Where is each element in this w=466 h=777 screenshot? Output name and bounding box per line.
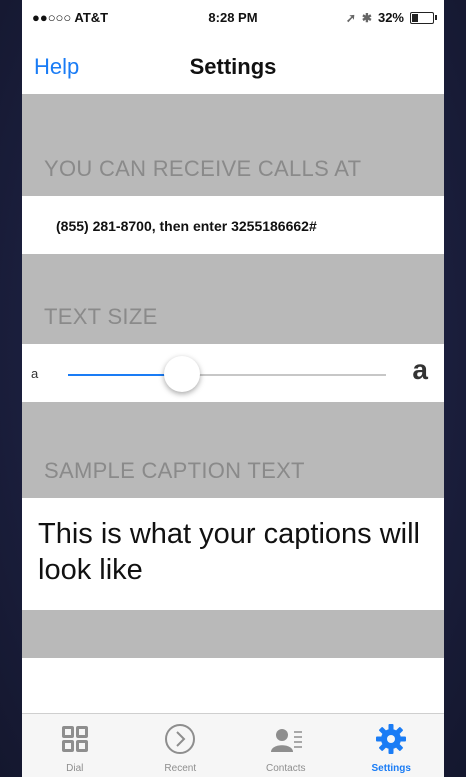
tab-recent[interactable]: Recent (128, 714, 234, 777)
dial-pad-icon (61, 726, 88, 752)
empty-row (22, 658, 444, 713)
battery-fill (412, 13, 418, 22)
tab-contacts[interactable]: Contacts (233, 714, 339, 777)
gear-icon (376, 724, 407, 754)
section-header-text-size: TEXT SIZE (22, 254, 444, 344)
nav-bar: Help Settings (22, 40, 444, 94)
phone-screen: ●●○○○ AT&T 8:28 PM ➚ ✱ 32% Help Settings… (22, 0, 444, 777)
tab-settings[interactable]: Settings (339, 714, 445, 777)
section-header-sample-caption: SAMPLE CAPTION TEXT (22, 402, 444, 498)
battery-icon (410, 11, 437, 24)
bluetooth-icon: ✱ (361, 10, 372, 25)
tab-dial[interactable]: Dial (22, 714, 128, 777)
sample-caption-row: This is what your captions will look lik… (22, 498, 444, 610)
slider-thumb[interactable] (164, 356, 201, 392)
tab-label: Contacts (266, 763, 306, 774)
sample-caption-text: This is what your captions will look lik… (38, 518, 420, 586)
status-right: ➚ ✱ 32% (345, 10, 437, 25)
recent-icon (165, 724, 196, 754)
page-title: Settings (189, 54, 277, 79)
section-header-empty (22, 610, 444, 658)
battery-percent: 32% (377, 10, 404, 25)
text-size-large-label: a (412, 354, 428, 385)
section-header-label: YOU CAN RECEIVE CALLS AT (44, 156, 362, 181)
section-header-label: TEXT SIZE (44, 304, 158, 329)
tab-label: Settings (371, 763, 411, 774)
text-size-small-label: a (31, 366, 39, 381)
receive-calls-number: (855) 281-8700, then enter 3255186662# (56, 218, 317, 234)
status-bar: ●●○○○ AT&T 8:28 PM ➚ ✱ 32% (22, 0, 444, 40)
tab-bar: Dial Recent Contacts Settings (22, 713, 444, 777)
text-size-slider[interactable] (68, 356, 386, 392)
receive-calls-row: (855) 281-8700, then enter 3255186662# (22, 196, 444, 254)
section-header-receive-calls: YOU CAN RECEIVE CALLS AT (22, 94, 444, 196)
tab-label: Recent (164, 763, 197, 774)
text-size-row: a a (22, 344, 444, 402)
tab-label: Dial (66, 763, 84, 774)
location-icon: ➚ (345, 10, 356, 25)
contacts-icon (270, 729, 302, 752)
section-header-label: SAMPLE CAPTION TEXT (44, 458, 305, 483)
